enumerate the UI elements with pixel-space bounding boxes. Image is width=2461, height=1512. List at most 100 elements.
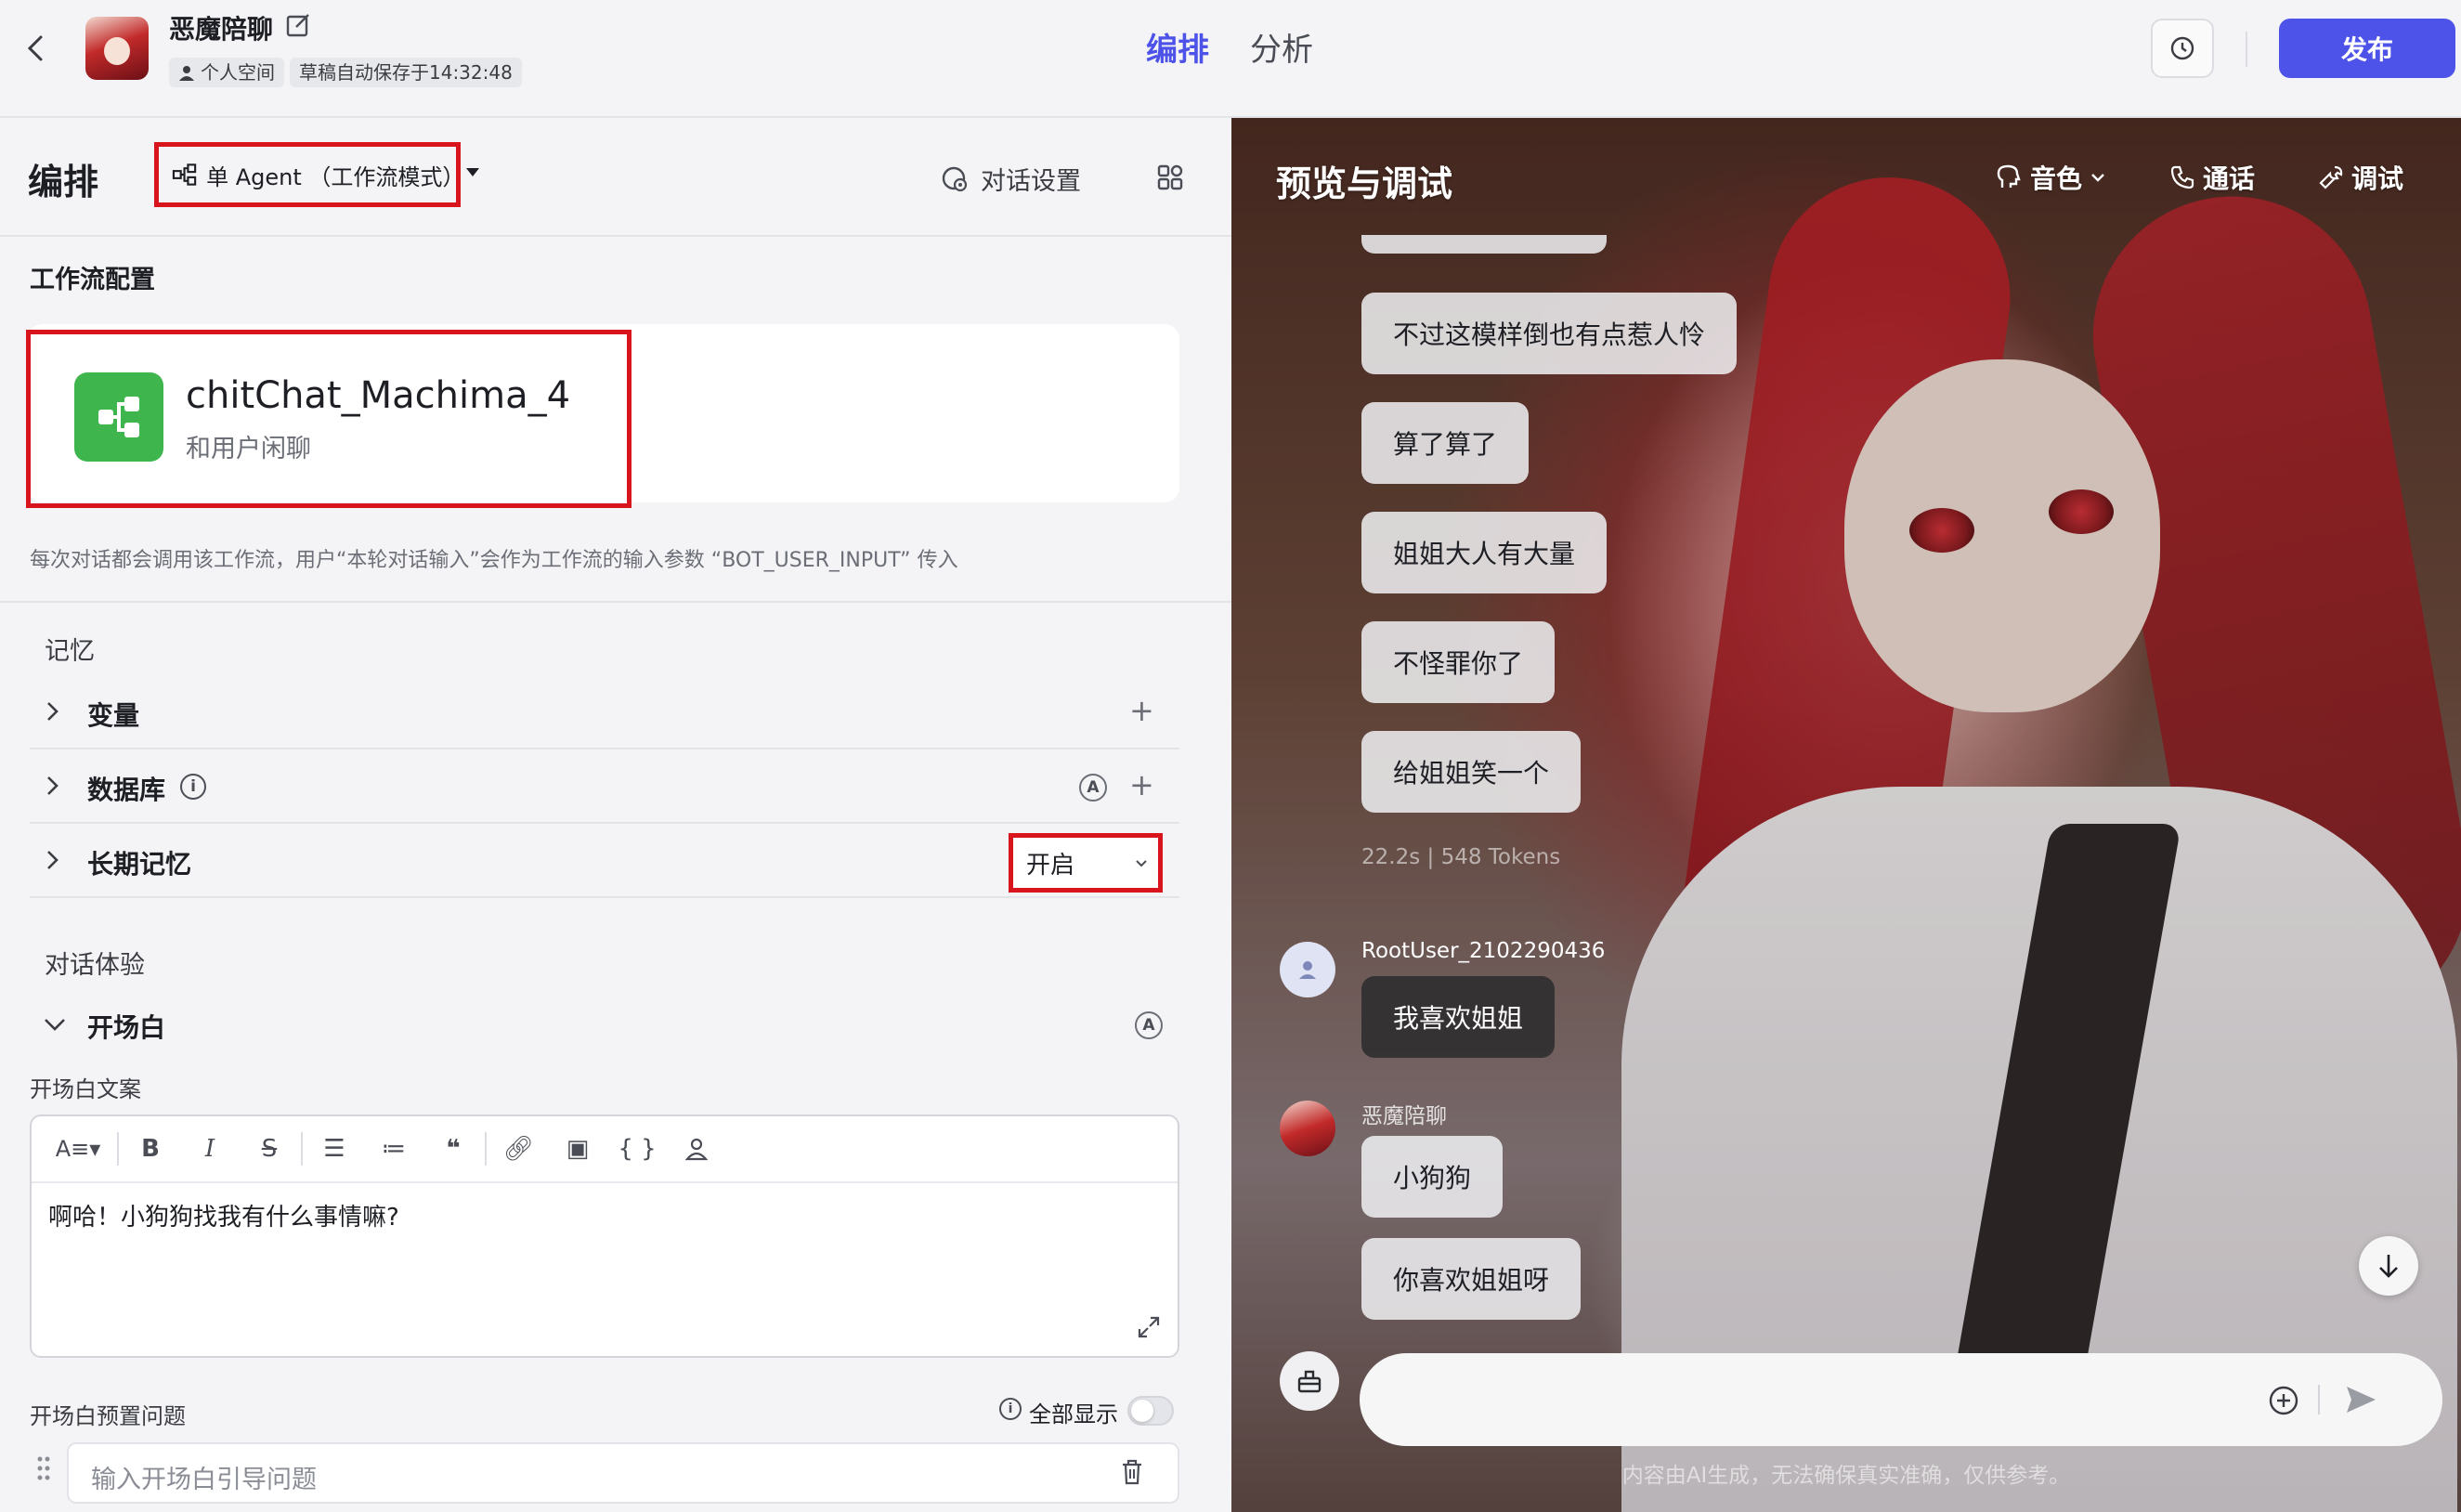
variables-row[interactable]: 变量 + <box>30 675 1179 749</box>
divider <box>117 1132 119 1166</box>
chevron-left-icon <box>27 35 43 61</box>
chat-bubble: 给姐姐笑一个 <box>1361 731 1582 813</box>
user-mention-icon[interactable] <box>667 1115 726 1182</box>
workflow-section-title: 工作流配置 <box>30 266 155 294</box>
wrench-icon <box>2319 165 2343 189</box>
preset-question-input[interactable]: 输入开场白引导问题 <box>67 1442 1179 1504</box>
opening-editor[interactable]: A≡▾ B I S ☰ ≔ ❝ 🔗︎ ▣ { } 啊哈！小狗狗找我有什么事情嘛? <box>30 1114 1179 1358</box>
divider <box>485 1132 487 1166</box>
space-chip: 个人空间 <box>169 58 284 87</box>
question-placeholder: 输入开场白引导问题 <box>91 1466 317 1494</box>
memory-group-label: 记忆 <box>45 637 95 666</box>
numbered-list-icon[interactable]: ≔ <box>364 1115 423 1182</box>
chat-input[interactable] <box>1360 1353 2442 1446</box>
add-icon[interactable] <box>2268 1385 2299 1416</box>
workflow-mode-icon <box>172 163 197 186</box>
add-database-button[interactable]: + <box>1129 770 1154 800</box>
bullet-list-icon[interactable]: ☰ <box>305 1115 364 1182</box>
arrow-down-icon <box>2379 1255 2398 1278</box>
chevron-right-icon <box>47 702 59 721</box>
user-icon <box>1299 961 1316 979</box>
database-row[interactable]: 数据库 i A + <box>30 749 1179 824</box>
back-button[interactable] <box>17 28 54 69</box>
user-icon <box>179 66 194 81</box>
debug-button[interactable]: 调试 <box>2318 159 2403 196</box>
text-style-icon[interactable]: A≡▾ <box>41 1115 115 1182</box>
variables-label: 变量 <box>87 700 140 731</box>
layout-grid-icon[interactable] <box>1155 163 1185 192</box>
preview-panel: 预览与调试 音色 通话 调试 不过这模样倒也有点惹人怜 算了算了 姐姐大人有大量… <box>1231 118 2461 1512</box>
auto-icon[interactable]: A <box>1079 774 1107 802</box>
dialog-settings-label: 对话设置 <box>981 167 1081 196</box>
long-term-memory-select[interactable]: 开启 <box>1009 833 1163 893</box>
chat-bubble: 你喜欢姐姐呀 <box>1361 1238 1582 1320</box>
long-term-memory-value: 开启 <box>1026 851 1075 880</box>
bot-avatar <box>85 17 149 80</box>
arrange-panel: 编排 单 Agent （工作流模式） 对话设置 工作流配置 chitChat_M… <box>0 118 1231 1512</box>
chevron-down-icon <box>2091 174 2104 182</box>
opening-label: 开场白 <box>87 1012 166 1043</box>
info-icon[interactable]: i <box>180 774 206 800</box>
bold-icon[interactable]: B <box>121 1115 180 1182</box>
auto-icon[interactable]: A <box>1135 1011 1163 1039</box>
arrange-title: 编排 <box>28 162 99 202</box>
show-all-label: 全部显示 <box>1029 1401 1118 1427</box>
send-icon[interactable] <box>2342 1381 2379 1418</box>
long-term-memory-row[interactable]: 长期记忆 <box>30 824 1179 898</box>
settings-chat-icon <box>942 166 968 191</box>
preview-title: 预览与调试 <box>1276 163 1453 204</box>
add-variable-button[interactable]: + <box>1129 696 1154 725</box>
history-icon <box>2170 36 2194 60</box>
opening-text-label: 开场白文案 <box>30 1076 141 1102</box>
autosave-chip: 草稿自动保存于14:32:48 <box>290 58 522 87</box>
history-button[interactable] <box>2151 19 2214 78</box>
call-button[interactable]: 通话 <box>2169 159 2255 196</box>
chat-bubble: 不过这模样倒也有点惹人怜 <box>1361 293 1738 374</box>
chat-bubble: 不怪罪你了 <box>1361 621 1556 703</box>
user-avatar <box>1280 942 1335 997</box>
edit-icon[interactable] <box>284 11 312 39</box>
link-icon[interactable]: 🔗︎ <box>488 1115 548 1182</box>
ai-disclaimer: 内容由AI生成，无法确保真实准确，仅供参考。 <box>1621 1464 2071 1488</box>
info-icon[interactable]: i <box>999 1398 1022 1420</box>
publish-button[interactable]: 发布 <box>2279 19 2455 78</box>
show-all-toggle[interactable] <box>1127 1396 1174 1426</box>
debug-label: 调试 <box>2351 163 2404 194</box>
workflow-description: 和用户闲聊 <box>186 435 311 463</box>
italic-icon[interactable]: I <box>180 1115 240 1182</box>
caret-down-icon[interactable] <box>466 168 479 176</box>
workflow-name: chitChat_Machima_4 <box>186 374 571 417</box>
scroll-to-bottom-button[interactable] <box>2359 1236 2418 1296</box>
quote-icon[interactable]: ❝ <box>423 1115 483 1182</box>
agent-mode-select[interactable]: 单 Agent （工作流模式） <box>154 142 464 207</box>
chevron-right-icon <box>47 851 59 869</box>
top-bar: 恶魔陪聊 个人空间 草稿自动保存于14:32:48 编排 分析 发布 <box>0 0 2461 118</box>
tab-analyze[interactable]: 分析 <box>1250 24 1313 70</box>
bot-avatar <box>1280 1101 1335 1156</box>
experience-group-label: 对话体验 <box>45 951 145 980</box>
phone-icon <box>2170 165 2194 189</box>
bot-name: 恶魔陪聊 <box>169 14 274 45</box>
expand-icon[interactable] <box>1137 1315 1161 1339</box>
voice-button[interactable]: 音色 <box>1995 159 2106 196</box>
preview-header: 预览与调试 音色 通话 调试 <box>1231 118 2461 237</box>
opening-row[interactable]: 开场白 A <box>30 987 1179 1062</box>
user-message-bubble: 我喜欢姐姐 <box>1361 976 1556 1058</box>
chat-bubble: 算了算了 <box>1361 402 1530 484</box>
call-label: 通话 <box>2203 163 2256 194</box>
message-meta: 22.2s | 548 Tokens <box>1361 845 1561 869</box>
space-label: 个人空间 <box>201 61 275 84</box>
drag-handle-icon[interactable] <box>35 1454 52 1482</box>
voice-icon <box>1997 164 2021 188</box>
trash-icon[interactable] <box>1120 1458 1144 1486</box>
divider <box>2318 1385 2320 1414</box>
divider <box>301 1132 303 1166</box>
tab-arrange[interactable]: 编排 <box>1146 24 1209 70</box>
image-icon[interactable]: ▣ <box>548 1115 607 1182</box>
code-icon[interactable]: { } <box>607 1115 667 1182</box>
opening-text[interactable]: 啊哈！小狗狗找我有什么事情嘛? <box>48 1198 399 1232</box>
strikethrough-icon[interactable]: S <box>240 1115 299 1182</box>
dialog-settings-button[interactable]: 对话设置 <box>940 161 1081 197</box>
workflow-hint: 每次对话都会调用该工作流，用户“本轮对话输入”会作为工作流的输入参数 “BOT_… <box>30 549 958 572</box>
clear-context-button[interactable] <box>1280 1351 1339 1411</box>
